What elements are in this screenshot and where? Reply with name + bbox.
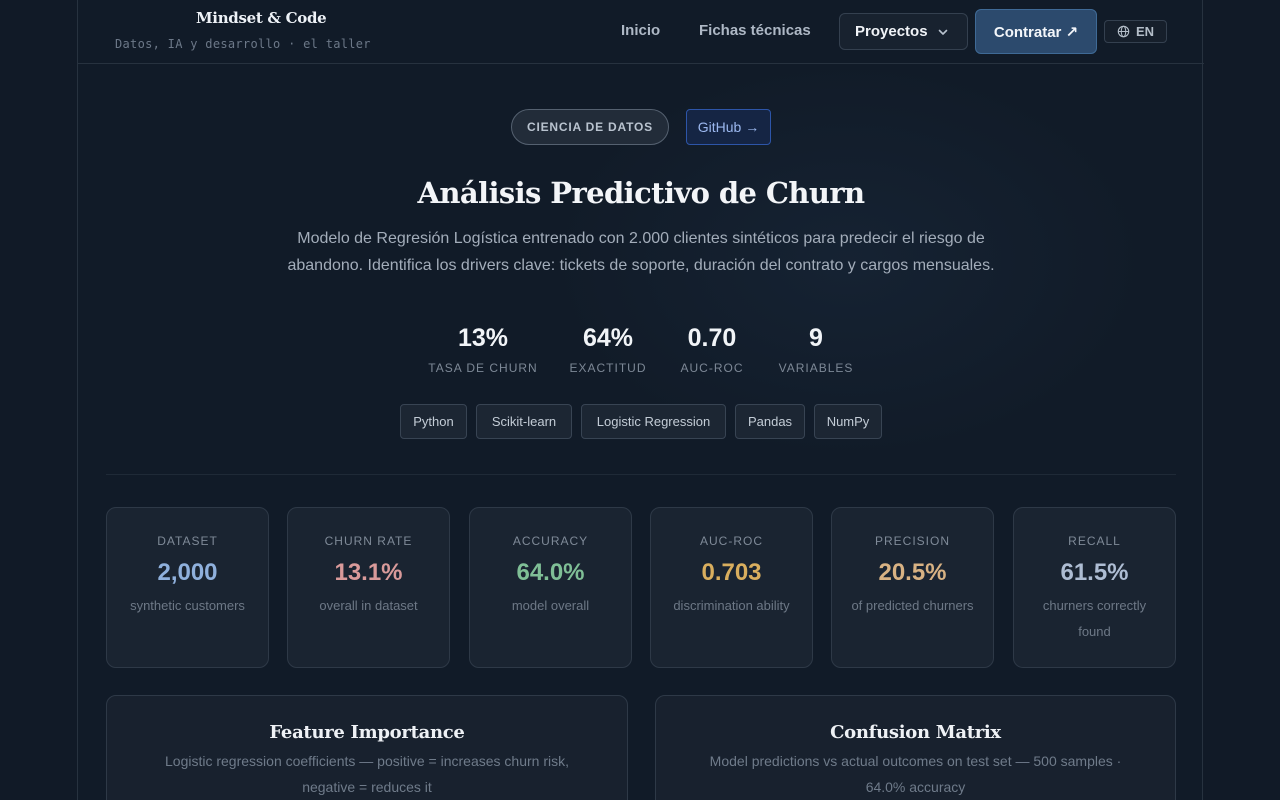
nav-home-link[interactable]: Inicio (621, 22, 660, 39)
language-label: EN (1135, 24, 1155, 39)
metric-card-recall: RECALL 61.5% churners correctly found (1013, 507, 1176, 668)
metric-value: 64.0% (516, 559, 585, 586)
metric-value: 61.5% (1060, 559, 1129, 586)
hero-stat-label: EXACTITUD (569, 361, 647, 375)
hero-stat-churn: 13% TASA DE CHURN (428, 322, 538, 375)
metric-value: 13.1% (334, 559, 403, 586)
hero-stat-value: 64% (582, 324, 634, 352)
hero-stat-value: 0.70 (687, 324, 737, 352)
hire-button[interactable]: Contratar ↗ (975, 9, 1097, 54)
metric-label: CHURN RATE (324, 534, 413, 548)
nav-projects-dropdown[interactable]: Proyectos (839, 13, 968, 50)
brand-title[interactable]: Mindset & Code (196, 9, 327, 27)
site-header: Mindset & Code Datos, IA y desarrollo · … (78, 0, 1204, 64)
hero-stat-value: 9 (809, 324, 823, 352)
metric-value: 0.703 (701, 559, 762, 586)
metric-value: 2,000 (157, 559, 218, 586)
panel-description: Model predictions vs actual outcomes on … (709, 753, 1122, 795)
metric-card-dataset: DATASET 2,000 synthetic customers (106, 507, 269, 668)
page-title: Análisis Predictivo de Churn (417, 176, 865, 210)
metric-label: AUC-ROC (700, 534, 763, 548)
tech-tag: Logistic Regression (581, 404, 726, 439)
metric-label: PRECISION (874, 534, 950, 548)
hero-stat-variables: 9 VARIABLES (776, 322, 856, 375)
tech-tag: NumPy (814, 404, 882, 439)
metric-subtitle: model overall (511, 598, 590, 613)
nav-projects-label: Proyectos (855, 23, 928, 40)
metric-subtitle: discrimination ability (673, 598, 790, 613)
tech-tag: Pandas (735, 404, 805, 439)
metric-card-accuracy: ACCURACY 64.0% model overall (469, 507, 632, 668)
hero-stat-label: TASA DE CHURN (428, 361, 538, 375)
category-badge: CIENCIA DE DATOS (511, 109, 669, 145)
hero-stat-value: 13% (457, 324, 509, 352)
metric-label: ACCURACY (512, 534, 589, 548)
metric-card-precision: PRECISION 20.5% of predicted churners (831, 507, 994, 668)
hero-stat-label: VARIABLES (778, 361, 854, 375)
confusion-matrix-panel: Confusion Matrix Model predictions vs ac… (655, 695, 1176, 800)
section-divider (106, 474, 1176, 475)
metric-label: RECALL (1068, 534, 1121, 548)
globe-icon (1117, 25, 1130, 38)
metric-subtitle: churners correctly found (1042, 598, 1147, 639)
hero-stat-accuracy: 64% EXACTITUD (558, 322, 658, 375)
metric-card-churn-rate: CHURN RATE 13.1% overall in dataset (287, 507, 450, 668)
metric-subtitle: synthetic customers (130, 598, 245, 613)
github-link[interactable]: GitHub → (686, 109, 771, 145)
panel-title: Confusion Matrix (830, 722, 1001, 743)
hero-stat-auc: 0.70 AUC-ROC (672, 322, 752, 375)
metric-card-auc-roc: AUC-ROC 0.703 discrimination ability (650, 507, 813, 668)
feature-importance-panel: Feature Importance Logistic regression c… (106, 695, 628, 800)
metric-value: 20.5% (878, 559, 947, 586)
hero-stat-label: AUC-ROC (680, 361, 744, 375)
panel-description: Logistic regression coefficients — posit… (165, 753, 569, 795)
nav-datasheets-link[interactable]: Fichas técnicas (699, 22, 811, 39)
metric-subtitle: of predicted churners (851, 598, 974, 613)
page-description: Modelo de Regresión Logística entrenado … (287, 230, 995, 274)
language-toggle[interactable]: EN (1104, 20, 1167, 43)
chevron-down-icon (937, 26, 949, 38)
page-frame: Mindset & Code Datos, IA y desarrollo · … (77, 0, 1204, 800)
panel-title: Feature Importance (269, 722, 465, 743)
metric-subtitle: overall in dataset (319, 598, 418, 613)
brand-subtitle: Datos, IA y desarrollo · el taller (115, 37, 371, 51)
tech-tag: Python (400, 404, 467, 439)
tech-tag: Scikit-learn (476, 404, 572, 439)
metric-label: DATASET (157, 534, 218, 548)
